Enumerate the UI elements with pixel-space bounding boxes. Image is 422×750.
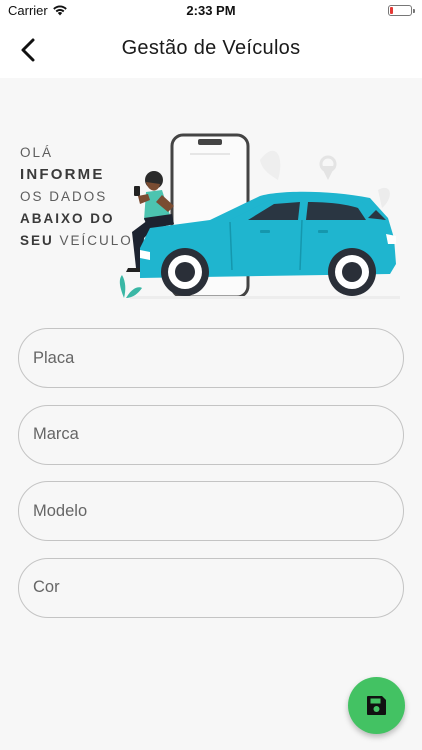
page-title: Gestão de Veículos [121,37,301,59]
battery-icon [388,5,415,16]
marca-field-wrapper [18,404,404,465]
vehicle-form [18,328,404,634]
hero-line-5-bold: SEU [20,233,54,248]
status-bar: Carrier 2:33 PM [0,0,422,22]
save-icon [367,696,386,715]
cor-input[interactable] [19,558,403,617]
modelo-input[interactable] [19,482,403,540]
battery-level [390,7,393,14]
status-time: 2:33 PM [186,3,236,18]
save-button[interactable] [348,677,405,734]
placa-input[interactable] [19,329,403,387]
cor-field-wrapper [18,557,404,618]
marca-input[interactable] [19,405,403,464]
hero-section: OLÁ INFORME OS DADOS ABAIXO DO SEU VEÍCU… [0,120,422,310]
modelo-field-wrapper [18,481,404,541]
car-illustration [119,133,400,299]
nav-bar: Gestão de Veículos [0,22,422,78]
placa-field-wrapper [18,328,404,388]
